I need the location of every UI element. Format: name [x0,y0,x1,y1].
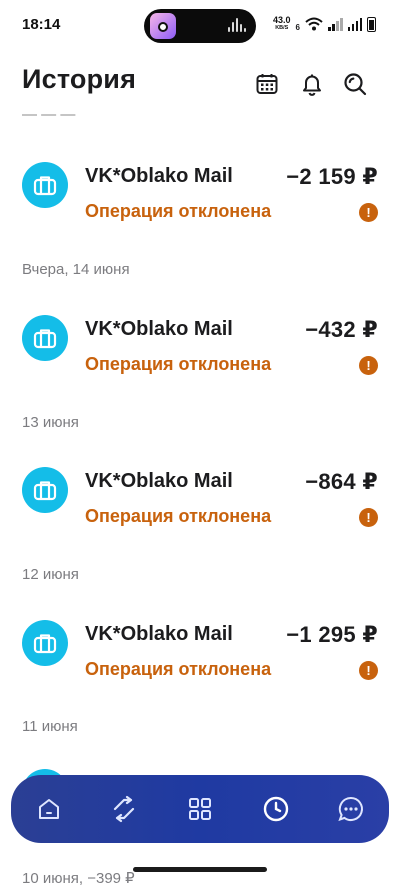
warning-icon: ! [359,508,378,527]
merchant-name: VK*Oblako Mail [85,470,233,492]
home-icon[interactable] [27,787,71,831]
bell-icon[interactable] [298,70,326,98]
battery-icon [367,16,376,32]
page-title: История [22,64,137,94]
transaction-row[interactable]: VK*Oblako Mail −864 ₽ Операция отклонена… [0,463,400,543]
dynamic-island[interactable] [144,9,256,43]
transaction-status: Операция отклонена [85,201,272,221]
scrolled-date-header: — — — [22,114,76,123]
status-time: 18:14 [22,16,61,33]
date-header: 12 июня [22,566,79,583]
chat-icon[interactable] [329,787,373,831]
merchant-name: VK*Oblako Mail [85,165,233,187]
now-playing-app-icon[interactable] [150,13,176,39]
signal-icon-2 [347,17,362,31]
history-icon[interactable] [254,787,298,831]
wifi-icon [305,17,323,31]
briefcase-icon [22,162,68,208]
page-header: История [0,58,400,114]
audio-wave-icon [228,18,246,34]
briefcase-icon [22,620,68,666]
home-indicator[interactable] [133,867,267,872]
bottom-navigation [11,775,389,843]
transaction-row[interactable]: VK*Oblako Mail −1 295 ₽ Операция отклоне… [0,616,400,696]
warning-icon: ! [359,203,378,222]
transfer-icon[interactable] [102,787,146,831]
merchant-name: VK*Oblako Mail [85,623,233,645]
date-header: Вчера, 14 июня [22,261,130,278]
network-type: 6 [295,22,300,32]
warning-icon: ! [359,661,378,680]
status-bar: 18:14 43.0 KB/S 6 [0,0,400,52]
transaction-amount: −864 ₽ [305,469,378,494]
warning-icon: ! [359,356,378,375]
transaction-status: Операция отклонена [85,354,272,374]
transaction-status: Операция отклонена [85,659,272,679]
date-header: 13 июня [22,414,79,431]
date-header: 11 июня [22,718,78,735]
signal-icon-1 [328,17,343,31]
transaction-amount: −2 159 ₽ [286,164,378,189]
transaction-amount: −432 ₽ [305,317,378,342]
transaction-row[interactable]: VK*Oblako Mail −432 ₽ Операция отклонена… [0,311,400,391]
transaction-amount: −1 295 ₽ [286,622,378,647]
calendar-icon[interactable] [253,70,281,98]
network-speed: 43.0 KB/S [273,15,291,32]
services-icon[interactable] [178,787,222,831]
search-icon[interactable] [341,70,369,98]
transaction-status: Операция отклонена [85,506,272,526]
transaction-row[interactable]: VK*Oblako Mail −2 159 ₽ Операция отклоне… [0,158,400,238]
status-indicators: 43.0 KB/S 6 [273,14,376,34]
briefcase-icon [22,315,68,361]
briefcase-icon [22,467,68,513]
next-date-header: 10 июня, −399 ₽ [22,870,135,887]
transaction-history-list[interactable]: — — — VK*Oblako Mail −2 159 ₽ Операция о… [0,114,400,880]
merchant-name: VK*Oblako Mail [85,318,233,340]
